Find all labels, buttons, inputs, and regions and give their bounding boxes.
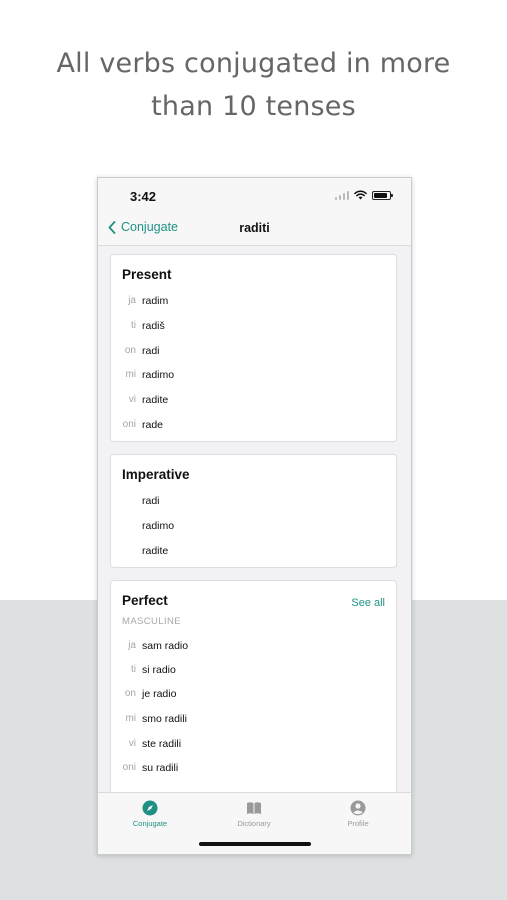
conjugation-row: ti radiš	[111, 316, 396, 336]
headline: All verbs conjugated in more than 10 ten…	[0, 42, 507, 128]
verb-form: radi	[142, 495, 160, 507]
pronoun: on	[124, 688, 136, 699]
verb-form: radite	[142, 394, 169, 406]
gender-subtitle: MASCULINE	[122, 616, 182, 627]
present-title: Present	[122, 267, 172, 282]
conjugation-row: ja radim	[111, 291, 396, 311]
imperative-card: Imperative radi radimo radite	[110, 454, 397, 568]
conjugation-row: vi radite	[111, 390, 396, 410]
conjugation-row: oni su radili	[111, 758, 396, 778]
conjugation-row: radite	[111, 541, 396, 561]
verb-form: si radio	[142, 664, 176, 676]
verb-form: radim	[142, 295, 169, 307]
imperative-title: Imperative	[122, 467, 190, 482]
page-title: raditi	[239, 221, 270, 235]
phone-screen: 3:42 Conjugate raditi Present ja radim t…	[97, 177, 412, 855]
verb-form: radiš	[142, 320, 165, 332]
conjugation-row: vi ste radili	[111, 734, 396, 754]
conjugation-row: radimo	[111, 516, 396, 536]
pronoun: ja	[128, 640, 136, 651]
cellular-signal-icon	[335, 190, 349, 200]
see-all-link[interactable]: See all	[351, 597, 385, 609]
verb-form: radi	[142, 345, 160, 357]
conjugation-row: on je radio	[111, 684, 396, 704]
tab-label: Dictionary	[237, 819, 271, 828]
status-time: 3:42	[130, 189, 157, 204]
verb-form: rade	[142, 419, 164, 431]
tab-label: Conjugate	[132, 819, 168, 828]
pronoun: mi	[125, 369, 136, 380]
verb-form: radimo	[142, 369, 175, 381]
verb-form: radimo	[142, 520, 175, 532]
verb-form: smo radili	[142, 713, 187, 725]
conjugation-row: oni rade	[111, 415, 396, 435]
wifi-icon	[354, 190, 367, 200]
present-card: Present ja radim ti radiš on radi mi rad…	[110, 254, 397, 442]
perfect-card: Perfect See all MASCULINE ja sam radio t…	[110, 580, 397, 810]
verb-form: sam radio	[142, 640, 189, 652]
perfect-title: Perfect	[122, 593, 168, 608]
verb-form: radite	[142, 545, 169, 557]
tab-label: Profile	[347, 819, 369, 828]
tab-profile[interactable]: Profile	[306, 793, 410, 833]
tab-dictionary[interactable]: Dictionary	[202, 793, 306, 833]
pronoun: vi	[128, 394, 136, 405]
status-bar: 3:42	[98, 178, 411, 216]
tab-conjugate[interactable]: Conjugate	[98, 793, 202, 833]
pronoun: oni	[122, 762, 136, 773]
status-icons	[335, 190, 393, 200]
conjugation-row: on radi	[111, 341, 396, 361]
headline-line-1: All verbs conjugated in more	[56, 48, 451, 79]
pronoun: on	[124, 345, 136, 356]
conjugation-row: ja sam radio	[111, 636, 396, 656]
conjugation-row: mi radimo	[111, 365, 396, 385]
battery-icon	[372, 190, 393, 200]
pronoun: vi	[128, 738, 136, 749]
verb-form: je radio	[142, 688, 177, 700]
conjugation-row: radi	[111, 491, 396, 511]
conjugation-row: mi smo radili	[111, 709, 396, 729]
verb-form: ste radili	[142, 738, 182, 750]
conjugation-row: ti si radio	[111, 660, 396, 680]
book-icon	[246, 800, 262, 816]
pronoun: ti	[131, 664, 136, 675]
navigation-bar: Conjugate raditi	[98, 216, 411, 246]
headline-line-2: than 10 tenses	[151, 91, 356, 122]
profile-icon	[350, 800, 366, 816]
pronoun: mi	[125, 713, 136, 724]
verb-form: su radili	[142, 762, 179, 774]
pronoun: oni	[122, 419, 136, 430]
home-indicator	[199, 842, 311, 846]
pronoun: ja	[128, 295, 136, 306]
compass-icon	[142, 800, 158, 816]
pronoun: ti	[131, 320, 136, 331]
